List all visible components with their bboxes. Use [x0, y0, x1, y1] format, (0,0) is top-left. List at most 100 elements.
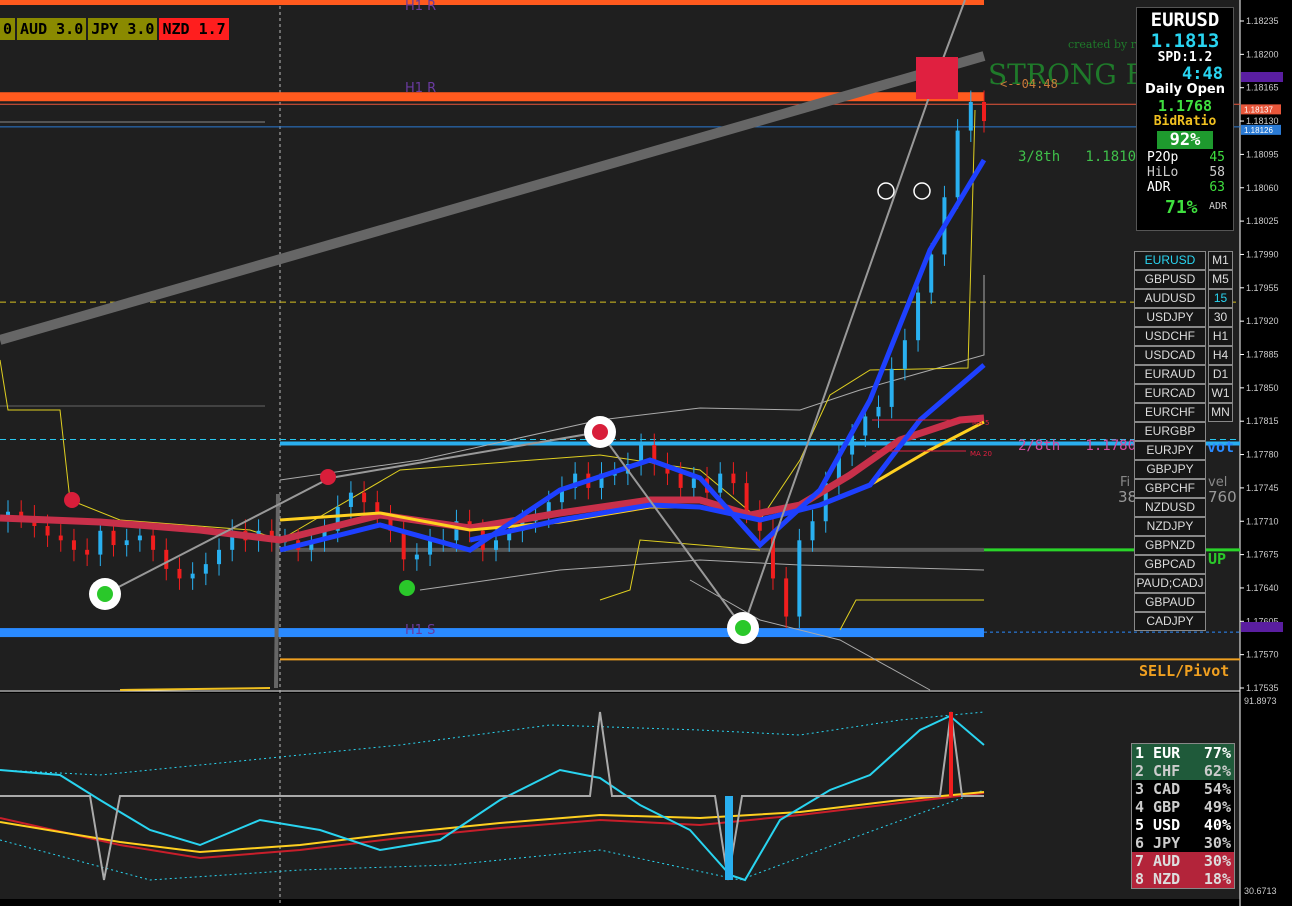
symbol-row: GBPUSD M5	[1134, 270, 1233, 289]
symbol-row: USDCHF H1	[1134, 327, 1233, 346]
symbol-row: EURCAD W1	[1134, 384, 1233, 403]
symbol-button[interactable]: USDJPY	[1134, 308, 1206, 327]
symbol-button[interactable]: EURUSD	[1134, 251, 1206, 270]
price-tick-label: 1.17955	[1246, 283, 1279, 293]
price-tick-label: 1.17710	[1246, 516, 1279, 526]
candle-body	[401, 530, 406, 560]
symbol-row: EURCHF MN	[1134, 403, 1233, 422]
candle-body	[731, 473, 736, 484]
candle-body	[810, 521, 815, 541]
price-tick-label: 1.18060	[1246, 183, 1279, 193]
price-tick-label: 1.18095	[1246, 149, 1279, 159]
timeframe-button[interactable]: M5	[1208, 270, 1233, 289]
ranking-row: 4 GBP 49%	[1132, 798, 1234, 816]
ranking-currency: 2 CHF	[1135, 762, 1181, 780]
candle-body	[203, 564, 208, 574]
signal-dot	[320, 469, 336, 485]
candle-body	[797, 540, 802, 617]
symbol-button[interactable]: AUDUSD	[1134, 289, 1206, 308]
candle-body	[428, 540, 433, 555]
timeframe-button[interactable]: H4	[1208, 346, 1233, 365]
symbol-button[interactable]: GBPAUD	[1134, 593, 1206, 612]
ranking-row: 6 JPY 30%	[1132, 834, 1234, 852]
timeframe-button[interactable]: 15	[1208, 289, 1233, 308]
symbol-button[interactable]: EURCHF	[1134, 403, 1206, 422]
symbol-button[interactable]: GBPJPY	[1134, 460, 1206, 479]
ma5-label: MA 5	[972, 419, 990, 427]
purple-marker	[1241, 72, 1283, 82]
ranking-percent: 49%	[1203, 798, 1231, 816]
price-tick-label: 1.17990	[1246, 249, 1279, 259]
symbol-row: GBPNZD	[1134, 536, 1233, 555]
ranking-currency: 7 AUD	[1135, 852, 1181, 870]
signal-dot	[592, 424, 608, 440]
symbol-button[interactable]: USDCHF	[1134, 327, 1206, 346]
price-chart: 1.182351.182001.181651.181301.180951.180…	[0, 0, 1292, 906]
symbol-button[interactable]: EURJPY	[1134, 441, 1206, 460]
osc-min-label: 30.6713	[1244, 886, 1277, 896]
candle-body	[348, 492, 353, 507]
symbol-button[interactable]: EURCAD	[1134, 384, 1206, 403]
info-symbol: EURUSD	[1150, 9, 1220, 31]
symbol-row: GBPAUD	[1134, 593, 1233, 612]
candle-body	[45, 526, 50, 536]
price-tick-label: 1.18025	[1246, 216, 1279, 226]
candle-body	[190, 573, 195, 579]
timeframe-button[interactable]: H1	[1208, 327, 1233, 346]
ranking-percent: 62%	[1203, 762, 1231, 780]
timeframe-button[interactable]: M1	[1208, 251, 1233, 270]
symbol-button[interactable]: GBPCHF	[1134, 479, 1206, 498]
symbol-info-panel: EURUSD 1.1813 SPD:1.2 4:48 Daily Open 1.…	[1136, 7, 1234, 231]
candle-body	[955, 130, 960, 198]
candle-body	[863, 416, 868, 436]
ranking-percent: 54%	[1203, 780, 1231, 798]
symbol-button[interactable]: EURGBP	[1134, 422, 1206, 441]
osc-red-spike	[949, 712, 953, 796]
timeframe-button[interactable]: D1	[1208, 365, 1233, 384]
symbol-button[interactable]: PAUD;CADJ	[1134, 574, 1206, 593]
candle-body	[916, 292, 921, 341]
candle-body	[151, 535, 156, 550]
info-hilo: HiLo 58	[1147, 165, 1225, 180]
price-tick-label: 1.18235	[1246, 16, 1279, 26]
ranking-row: 2 CHF 62%	[1132, 762, 1234, 780]
info-timer: 4:48	[1182, 64, 1223, 84]
symbol-button[interactable]: NZDJPY	[1134, 517, 1206, 536]
symbol-row: PAUD;CADJ	[1134, 574, 1233, 593]
symbol-button[interactable]: EURAUD	[1134, 365, 1206, 384]
info-adr: ADR 63	[1147, 180, 1225, 195]
timeframe-button[interactable]: W1	[1208, 384, 1233, 403]
symbol-row: GBPJPY	[1134, 460, 1233, 479]
ranking-currency: 4 GBP	[1135, 798, 1181, 816]
symbol-button[interactable]: CADJPY	[1134, 612, 1206, 631]
candle-body	[71, 540, 76, 550]
symbol-button[interactable]: GBPNZD	[1134, 536, 1206, 555]
strength-chip: JPY 3.0	[88, 18, 158, 40]
symbol-button[interactable]: NZDUSD	[1134, 498, 1206, 517]
timeframe-button[interactable]: MN	[1208, 403, 1233, 422]
candle-body	[494, 540, 498, 550]
candle-body	[889, 368, 894, 407]
h1s-band	[0, 628, 984, 638]
ranking-percent: 30%	[1203, 852, 1231, 870]
ranking-currency: 8 NZD	[1135, 870, 1181, 888]
symbol-row: NZDJPY	[1134, 517, 1233, 536]
main-plot-area	[0, 0, 1240, 690]
price-tick-label: 1.17745	[1246, 483, 1279, 493]
price-tick-label: 1.17815	[1246, 416, 1279, 426]
symbol-row: USDCAD H4	[1134, 346, 1233, 365]
symbol-button[interactable]: USDCAD	[1134, 346, 1206, 365]
info-adr-pct-row: 71% ADR	[1137, 195, 1233, 218]
ranking-currency: 5 USD	[1135, 816, 1181, 834]
symbol-row: EURUSD M1	[1134, 251, 1233, 270]
info-adr-pct-label: ADR	[1209, 201, 1228, 212]
candle-body	[177, 568, 182, 579]
symbol-row: EURGBP	[1134, 422, 1233, 441]
signal-dot	[64, 492, 80, 508]
symbol-button[interactable]: GBPCAD	[1134, 555, 1206, 574]
timeframe-button[interactable]: 30	[1208, 308, 1233, 327]
candle-body	[678, 473, 683, 488]
currency-strength-bar: 0 AUD 3.0 JPY 3.0 NZD 1.7	[0, 18, 229, 40]
ranking-currency: 1 EUR	[1135, 744, 1181, 762]
symbol-button[interactable]: GBPUSD	[1134, 270, 1206, 289]
